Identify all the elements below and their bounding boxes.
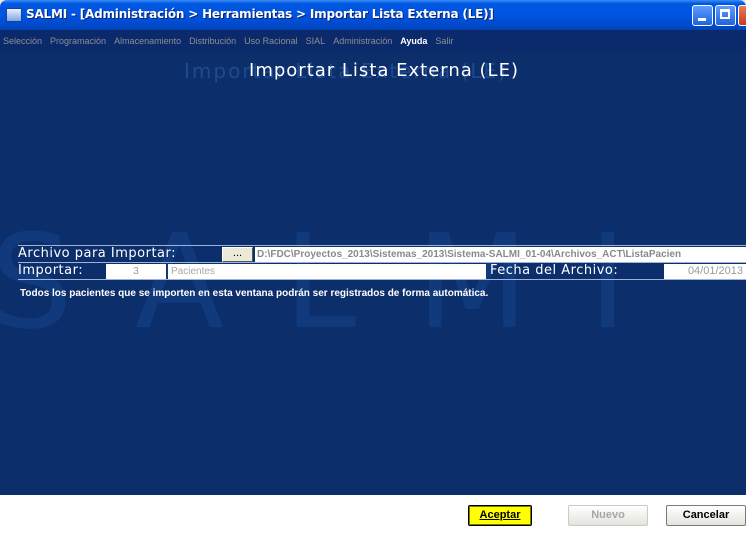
- menu-distribucion[interactable]: Distribución: [189, 36, 236, 46]
- menu-bar: Selección Programación Almacenamiento Di…: [0, 30, 746, 51]
- accept-button[interactable]: Aceptar: [468, 505, 532, 526]
- import-row: Importar: 3 Pacientes Fecha del Archivo:…: [18, 262, 746, 280]
- minimize-button[interactable]: [692, 5, 713, 26]
- file-row: Archivo para Importar: ... D:\FDC\Proyec…: [18, 245, 746, 263]
- import-type-field[interactable]: Pacientes: [168, 264, 486, 279]
- menu-salir[interactable]: Salir: [435, 36, 453, 46]
- background-watermark: SALMI: [0, 206, 687, 358]
- import-count-field[interactable]: 3: [106, 264, 166, 279]
- file-label: Archivo para Importar:: [18, 246, 176, 261]
- app-window-icon[interactable]: [6, 8, 22, 22]
- new-button[interactable]: Nuevo: [568, 505, 648, 526]
- file-path-field[interactable]: D:\FDC\Proyectos_2013\Sistemas_2013\Sist…: [255, 247, 746, 262]
- maximize-icon: [720, 9, 730, 19]
- main-panel: SALMI Importar Lista Externa (LE) Import…: [0, 51, 746, 495]
- menu-administracion[interactable]: Administración: [333, 36, 392, 46]
- close-button[interactable]: [738, 5, 746, 26]
- browse-button[interactable]: ...: [222, 247, 253, 262]
- button-bar: Aceptar Nuevo Cancelar: [0, 495, 746, 533]
- menu-uso-racional[interactable]: Uso Racional: [244, 36, 298, 46]
- page-title: Importar Lista Externa (LE): [249, 60, 519, 81]
- menu-sial[interactable]: SIAL: [306, 36, 326, 46]
- menu-programacion[interactable]: Programación: [50, 36, 106, 46]
- import-label: Importar:: [18, 263, 84, 278]
- menu-ayuda[interactable]: Ayuda: [400, 36, 427, 46]
- title-bar[interactable]: SALMI - [Administración > Herramientas >…: [0, 0, 746, 30]
- cancel-button[interactable]: Cancelar: [666, 505, 746, 526]
- date-label: Fecha del Archivo:: [490, 263, 619, 278]
- menu-almacenamiento[interactable]: Almacenamiento: [114, 36, 181, 46]
- maximize-button[interactable]: [715, 5, 736, 26]
- menu-seleccion[interactable]: Selección: [3, 36, 42, 46]
- file-date-field[interactable]: 04/01/2013: [664, 264, 746, 279]
- window-title: SALMI - [Administración > Herramientas >…: [26, 7, 494, 21]
- info-message: Todos los pacientes que se importen en e…: [20, 288, 489, 299]
- minimize-icon: [698, 18, 706, 21]
